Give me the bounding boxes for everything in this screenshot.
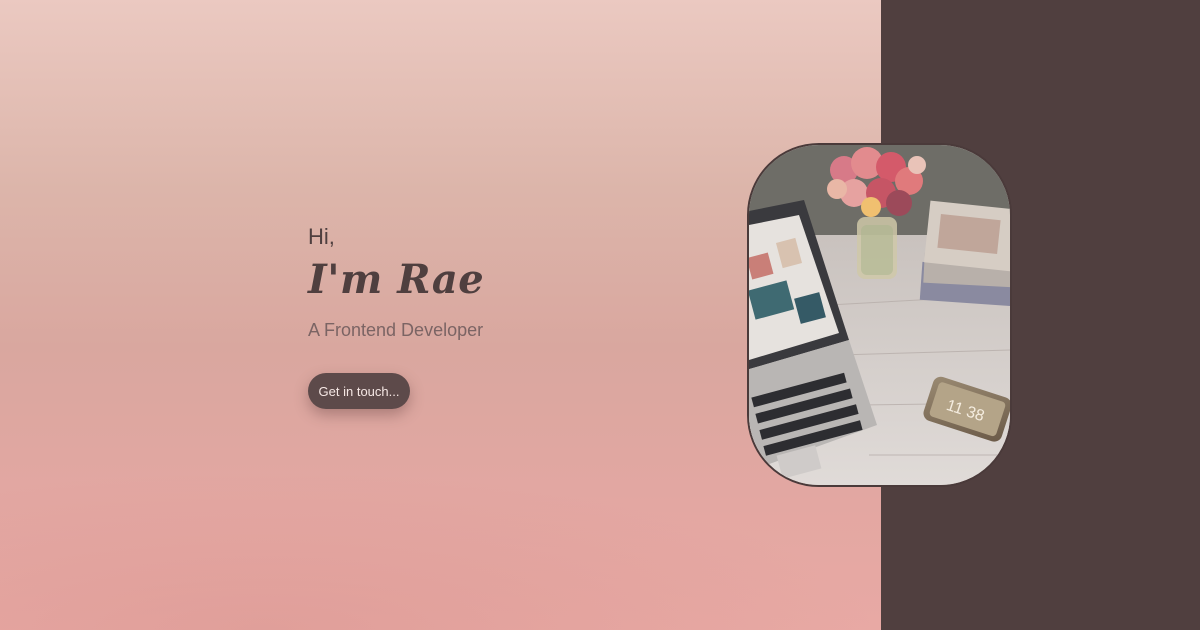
get-in-touch-button[interactable]: Get in touch...	[308, 373, 410, 409]
name-heading: I'm Rae	[308, 256, 485, 303]
desk-photo-illustration: 11 38	[749, 145, 1010, 485]
hero-intro: Hi, I'm Rae A Frontend Developer	[308, 222, 608, 342]
role-subtitle: A Frontend Developer	[308, 320, 484, 340]
greeting-text: Hi,	[308, 224, 335, 249]
magazine-stack	[919, 200, 1010, 307]
hero-photo: 11 38	[747, 143, 1012, 487]
